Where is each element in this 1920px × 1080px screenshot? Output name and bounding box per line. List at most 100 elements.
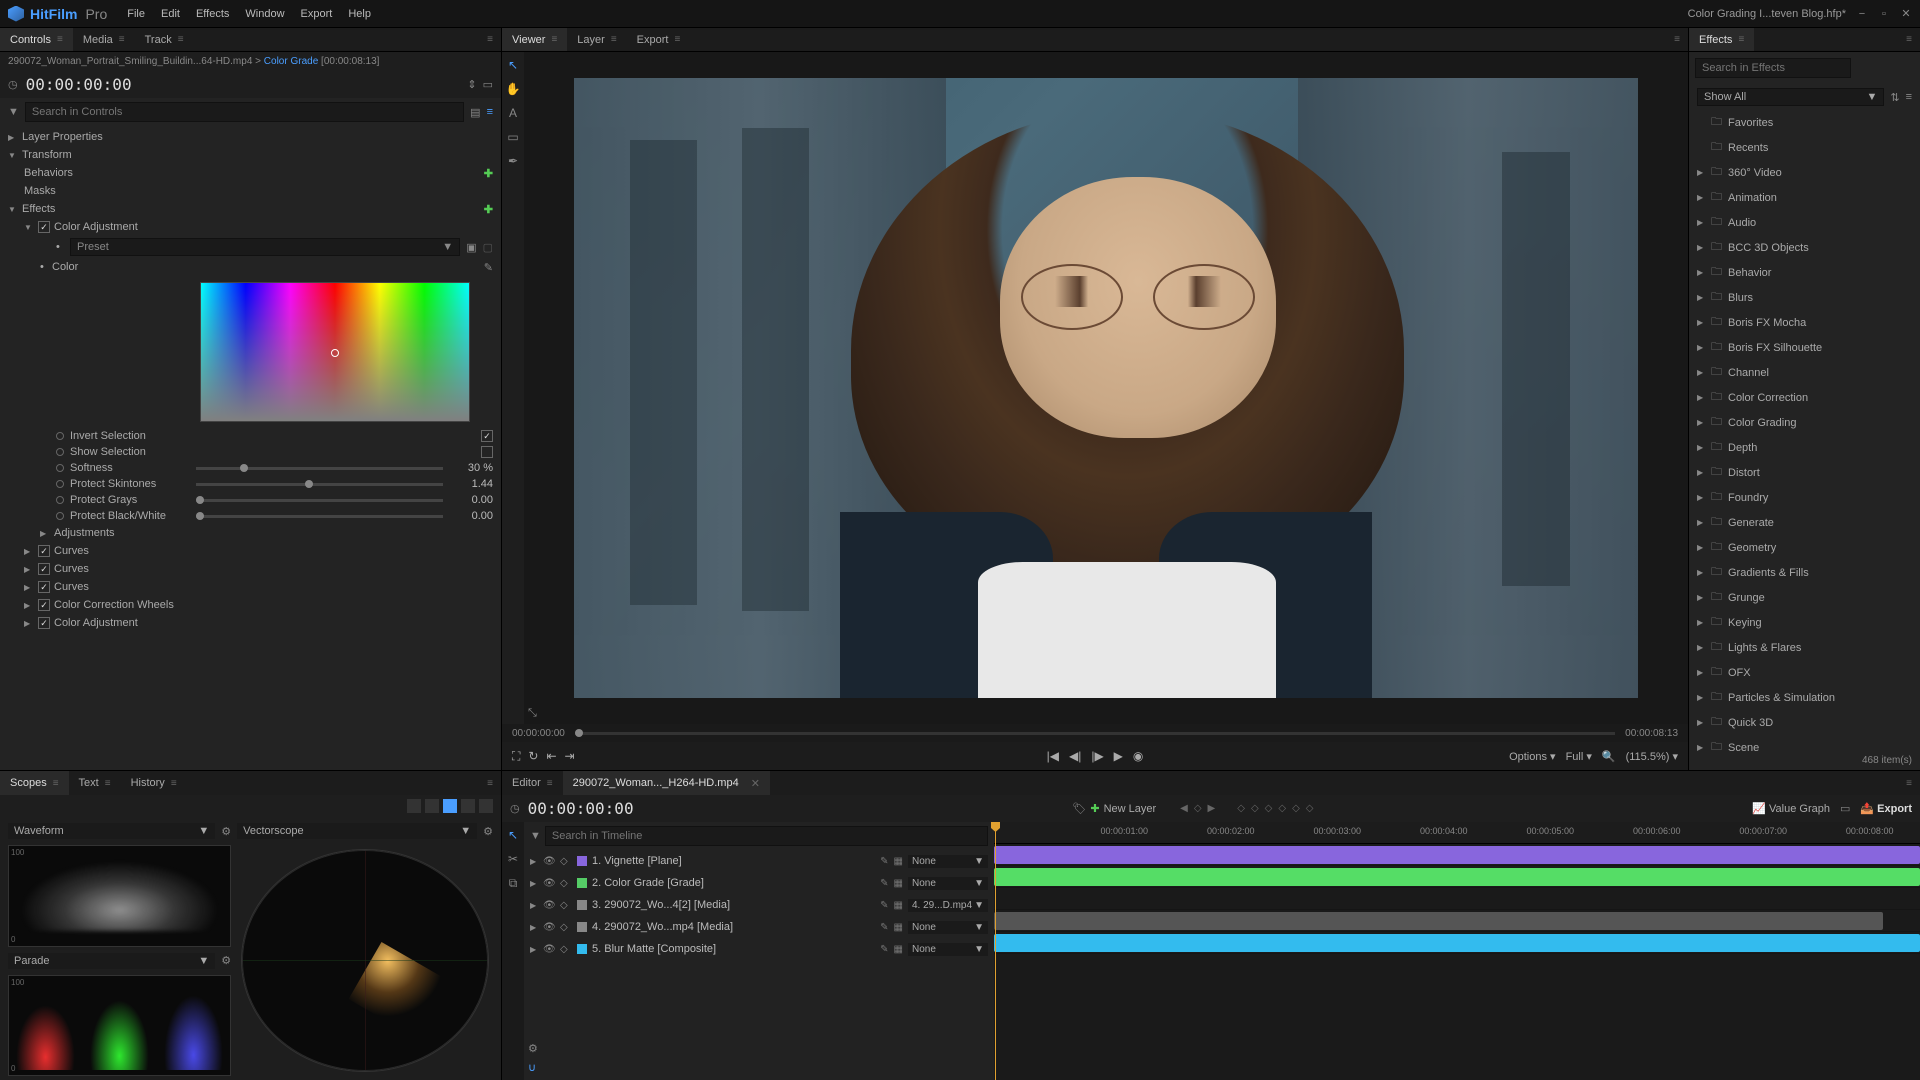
effects-folder[interactable]: ▶🗀Channel [1689,360,1920,385]
visibility-icon[interactable]: 👁 [543,944,555,955]
edit-icon[interactable]: ✎ [880,922,888,933]
pen-tool-icon[interactable]: ✒ [508,154,518,168]
gear-icon[interactable]: ⚙ [221,954,231,967]
color-adj-row-2[interactable]: ▶Color Adjustment [0,614,501,632]
effects-folder[interactable]: ▶🗀Lights & Flares [1689,635,1920,660]
expand-icon[interactable]: ▶ [530,901,538,910]
edit-icon[interactable]: ✎ [880,944,888,955]
keyframe-toggle[interactable] [56,464,64,472]
masks-row[interactable]: Masks [0,182,501,200]
viewer-canvas[interactable]: ⤡ [524,52,1688,724]
parade-select[interactable]: Parade▼ [8,953,215,969]
gear-icon[interactable]: ⚙ [221,825,231,838]
timeline-tracks[interactable]: 00:00:01:0000:00:02:0000:00:03:0000:00:0… [994,822,1920,1080]
sort-icon[interactable]: ⇅ [1890,91,1899,104]
lock-icon[interactable]: ◇ [560,922,572,933]
effects-folder[interactable]: ▶🗀Generate [1689,510,1920,535]
maximize-icon[interactable]: ▫ [1878,8,1890,20]
eyedropper-icon[interactable]: ✎ [484,261,493,274]
invert-checkbox[interactable] [481,430,493,442]
effects-filter-select[interactable]: Show All▼ [1697,88,1884,106]
mask-tool-icon[interactable]: ▭ [507,130,518,144]
breadcrumb-node[interactable]: Color Grade [264,56,318,67]
lock-icon[interactable]: ◇ [560,944,572,955]
next-key-icon[interactable]: ▶ [1208,803,1216,814]
color-prop-row[interactable]: •Color✎ [0,258,501,276]
visibility-icon[interactable]: 👁 [543,878,555,889]
timeline-layer-row[interactable]: ▶👁◇2. Color Grade [Grade]✎▦None▼ [524,872,994,894]
effects-folder[interactable]: ▶🗀OFX [1689,660,1920,685]
matte-icon[interactable]: ▦ [894,856,903,867]
text-tool-icon[interactable]: A [509,106,517,120]
effects-folder[interactable]: ▶🗀Audio [1689,210,1920,235]
lock-icon[interactable]: ◇ [560,878,572,889]
color-adjustment-row[interactable]: ▼Color Adjustment [0,218,501,236]
keyframe-toggle[interactable] [56,448,64,456]
effects-folder[interactable]: ▶🗀Geometry [1689,535,1920,560]
skintones-slider[interactable] [196,483,443,486]
grays-slider[interactable] [196,499,443,502]
timeline-layer-row[interactable]: ▶👁◇1. Vignette [Plane]✎▦None▼ [524,850,994,872]
color-picker-handle[interactable] [331,349,339,357]
track-row[interactable] [994,844,1920,866]
transform-row[interactable]: ▼Transform [0,146,501,164]
timeline-layer-row[interactable]: ▶👁◇4. 290072_Wo...mp4 [Media]✎▦None▼ [524,916,994,938]
tab-track[interactable]: Track≡ [135,28,194,51]
scope-layout-2[interactable] [425,799,439,813]
record-icon[interactable]: ◉ [1133,749,1143,763]
loop-icon[interactable]: ↻ [528,749,538,763]
timecode[interactable]: 00:00:00:00 [26,75,132,94]
effects-folder[interactable]: ▶🗀BCC 3D Objects [1689,235,1920,260]
tab-effects[interactable]: Effects≡ [1689,28,1754,51]
clock-icon[interactable]: ◷ [8,78,18,91]
tab-text[interactable]: Text≡ [69,771,121,795]
zoom-icon[interactable]: 🔍 [1602,750,1616,763]
tab-controls[interactable]: Controls≡ [0,28,73,51]
timeline-playhead[interactable] [995,822,996,1080]
tab-media[interactable]: Media≡ [73,28,135,51]
color-picker[interactable] [200,282,470,422]
blend-mode-select[interactable]: 4. 29...D.mp4▼ [908,899,988,912]
timeline-clip[interactable] [994,934,1920,952]
behaviors-row[interactable]: Behaviors✚ [0,164,501,182]
save-preset-icon[interactable]: ▣ [466,241,476,254]
layer-properties-row[interactable]: ▶Layer Properties [0,128,501,146]
matte-icon[interactable]: ▦ [894,944,903,955]
effects-folder[interactable]: ▶🗀Grunge [1689,585,1920,610]
tab-history[interactable]: History≡ [121,771,187,795]
color-swatch[interactable] [577,878,587,888]
curves-row-2[interactable]: ▶Curves [0,560,501,578]
tab-export[interactable]: Export≡ [627,28,691,51]
close-tab-icon[interactable]: ✕ [751,777,760,790]
effects-folder[interactable]: 🗀Recents [1689,135,1920,160]
tl-slice-tool-icon[interactable]: ✂ [508,852,518,866]
keyframe-toggle[interactable] [56,432,64,440]
in-point-icon[interactable]: ⇤ [546,749,556,763]
fit-icon[interactable]: ⛶ [512,749,520,764]
minimize-icon[interactable]: − [1856,8,1868,20]
effects-folder[interactable]: ▶🗀Gradients & Fills [1689,560,1920,585]
options-dropdown[interactable]: Options ▾ [1509,750,1556,763]
effects-menu-icon[interactable]: ≡ [1898,34,1920,45]
color-swatch[interactable] [577,944,587,954]
edit-icon[interactable]: ✎ [880,900,888,911]
grid-view-icon[interactable]: ≡ [487,106,493,118]
track-row[interactable] [994,866,1920,888]
timeline-layer-row[interactable]: ▶👁◇3. 290072_Wo...4[2] [Media]✎▦4. 29...… [524,894,994,916]
keyframe-toggle[interactable] [56,512,64,520]
effects-folder[interactable]: ▶🗀Blurs [1689,285,1920,310]
track-row[interactable] [994,910,1920,932]
scope-layout-4[interactable] [461,799,475,813]
list-view-icon[interactable]: ▤ [470,106,480,119]
effects-row[interactable]: ▼Effects✚ [0,200,501,218]
value-graph-button[interactable]: 📈 Value Graph [1752,802,1830,815]
effects-folder[interactable]: ▶🗀360° Video [1689,160,1920,185]
new-layer-button[interactable]: 🏷 ✚ New Layer [1072,802,1156,815]
effects-folder[interactable]: ▶🗀Color Correction [1689,385,1920,410]
search-controls-input[interactable] [25,102,464,122]
show-checkbox[interactable] [481,446,493,458]
timeline-ruler[interactable]: 00:00:01:0000:00:02:0000:00:03:0000:00:0… [994,822,1920,844]
magnet-icon[interactable]: ∪ [528,1061,990,1074]
menu-help[interactable]: Help [348,8,371,20]
scope-layout-3[interactable] [443,799,457,813]
